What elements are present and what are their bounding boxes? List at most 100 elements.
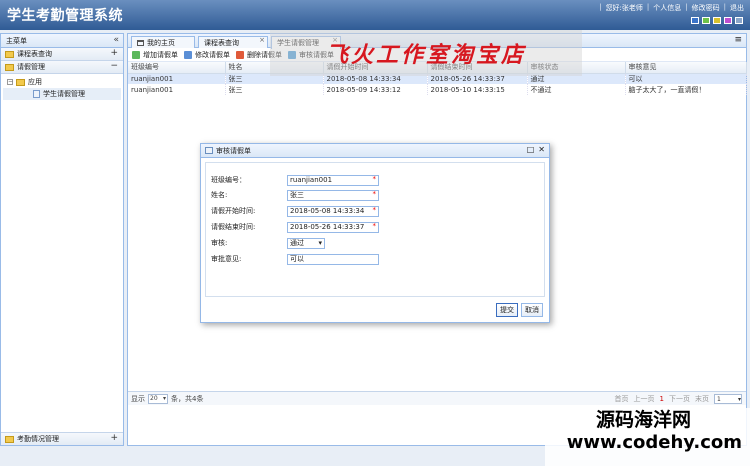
tab-menu-icon[interactable]: ≡ (734, 35, 742, 45)
sidebar-section-leave[interactable]: 请假管理 − (1, 61, 123, 74)
page-size-select[interactable]: 20 ▾ (148, 393, 168, 404)
last-page-button[interactable]: 末页 (695, 394, 709, 404)
field-name: 姓名: 张三 * (211, 189, 379, 201)
sidebar-section-label: 课程表查询 (17, 50, 52, 58)
sidebar-section-schedule[interactable]: 课程表查询 + (1, 48, 123, 61)
name-input[interactable]: 张三 * (287, 189, 379, 201)
field-review: 审核: 通过 ▾ (211, 237, 325, 249)
watermark-line2: www.codehy.com (566, 432, 742, 453)
theme-swatch-green[interactable] (702, 17, 710, 24)
cell: ruanjian001 (128, 84, 226, 95)
tab-schedule[interactable]: 课程表查询 × (198, 36, 268, 48)
pager-nav: 首页 上一页 1 下一页 末页 1 ▾ (615, 394, 742, 404)
change-password-link[interactable]: 修改密码 (692, 3, 720, 13)
field-label: 班级编号： (211, 176, 246, 184)
maximize-icon[interactable]: □ (527, 145, 535, 154)
submit-button[interactable]: 提交 (496, 303, 518, 317)
next-page-button[interactable]: 下一页 (669, 394, 690, 404)
review-select[interactable]: 通过 ▾ (287, 237, 325, 249)
chevron-down-icon: ▾ (318, 239, 322, 247)
sidebar: 主菜单 « 课程表查询 + 请假管理 − − 应用 学生请假管理 考勤情况管理 … (0, 33, 124, 446)
class-id-input[interactable]: ruanjian001 * (287, 174, 379, 186)
dialog-form: 班级编号： ruanjian001 * 姓名: 张三 * 请假开始时间: 2018-… (205, 162, 545, 297)
folder-icon (16, 78, 25, 86)
page-jump-value: 1 (717, 395, 721, 403)
collapse-icon[interactable]: « (113, 35, 119, 45)
folder-icon (5, 435, 14, 443)
cancel-button[interactable]: 取消 (521, 303, 543, 317)
pager-summary: 条，共4条 (171, 394, 204, 403)
dialog-footer: 提交 取消 (496, 303, 543, 317)
sidebar-section-attendance[interactable]: 考勤情况管理 + (1, 432, 123, 445)
folder-icon (5, 63, 14, 71)
cell: 2018-05-09 14:33:12 (323, 84, 428, 95)
chevron-down-icon: ▾ (162, 395, 166, 402)
logout-link[interactable]: 退出 (730, 3, 744, 13)
theme-swatch-gray[interactable] (735, 17, 743, 24)
theme-swatch-yellow[interactable] (713, 17, 721, 24)
profile-link[interactable]: 个人信息 (653, 3, 681, 13)
field-value: 2018-05-26 14:33:37 (290, 223, 365, 231)
field-label: 审批意见: (211, 255, 242, 263)
theme-swatch-blue[interactable] (691, 17, 699, 24)
field-start-time: 请假开始时间: 2018-05-08 14:33:34 * (211, 205, 379, 217)
start-time-input[interactable]: 2018-05-08 14:33:34 * (287, 205, 379, 217)
app-title: 学生考勤管理系统 (7, 8, 123, 24)
opinion-input[interactable]: 可以 (287, 253, 379, 265)
sidebar-section-label: 考勤情况管理 (17, 435, 59, 443)
top-links: | 您好:张老师 | 个人信息 | 修改密码 | 退出 (599, 3, 744, 13)
review-leave-dialog: 审核请假单 □ ✕ 班级编号： ruanjian001 * 姓名: 张三 * 请假开… (200, 143, 550, 323)
tab-label: 我的主页 (147, 38, 175, 47)
delete-icon (236, 50, 244, 59)
watermark-top: 飞火工作室淘宝店 (270, 30, 582, 76)
tree-toggle-icon[interactable]: − (7, 79, 13, 85)
expand-icon[interactable]: + (110, 433, 118, 443)
review-select-value: 通过 (290, 239, 304, 247)
prev-page-button[interactable]: 上一页 (634, 394, 655, 404)
col-class-id[interactable]: 班级编号 (128, 62, 226, 74)
field-end-time: 请假结束时间: 2018-05-26 14:33:37 * (211, 221, 379, 233)
field-value: 张三 (290, 191, 304, 199)
field-label: 姓名: (211, 191, 228, 199)
tree-folder-app[interactable]: − 应用 (1, 76, 123, 88)
edit-leave-label: 修改请假单 (195, 50, 230, 59)
expand-icon[interactable]: + (110, 48, 118, 58)
home-icon (137, 39, 144, 46)
form-icon (205, 147, 213, 154)
field-label: 请假结束时间: (211, 223, 256, 231)
cell: 脑子太大了，一直请假！ (625, 84, 747, 95)
end-time-input[interactable]: 2018-05-26 14:33:37 * (287, 221, 379, 233)
dialog-header[interactable]: 审核请假单 □ ✕ (201, 144, 549, 158)
tree-folder-label: 应用 (28, 78, 42, 86)
app-header: 学生考勤管理系统 | 您好:张老师 | 个人信息 | 修改密码 | 退出 (0, 0, 750, 30)
tab-label: 课程表查询 (204, 38, 239, 47)
cell: ruanjian001 (128, 73, 226, 84)
required-marker: * (372, 221, 377, 230)
edit-icon (184, 50, 192, 59)
current-page: 1 (659, 395, 664, 403)
tab-home[interactable]: 我的主页 (131, 36, 195, 48)
theme-swatch-purple[interactable] (724, 17, 732, 24)
edit-leave-button[interactable]: 修改请假单 (184, 50, 230, 60)
dialog-title: 审核请假单 (216, 146, 251, 155)
collapse-section-icon[interactable]: − (110, 61, 118, 71)
close-icon[interactable]: × (259, 36, 265, 44)
field-value: 2018-05-08 14:33:34 (290, 207, 365, 215)
field-value: 可以 (290, 255, 304, 263)
field-class-id: 班级编号： ruanjian001 * (211, 174, 379, 186)
first-page-button[interactable]: 首页 (615, 394, 629, 404)
greeting-link[interactable]: 您好:张老师 (606, 3, 643, 13)
page-jump-input[interactable]: 1 ▾ (714, 394, 742, 404)
page-size-value: 20 (150, 395, 158, 402)
col-review-opinion[interactable]: 审核意见 (625, 62, 747, 74)
field-label: 审核: (211, 239, 228, 247)
add-leave-button[interactable]: 增加请假单 (132, 50, 178, 60)
required-marker: * (372, 205, 377, 214)
sidebar-section-label: 请假管理 (17, 63, 45, 71)
close-icon[interactable]: ✕ (538, 145, 545, 154)
table-row[interactable]: ruanjian001 张三 2018-05-09 14:33:12 2018-… (128, 84, 747, 95)
required-marker: * (372, 174, 377, 183)
sidebar-item-student-leave[interactable]: 学生请假管理 (3, 88, 121, 100)
page-icon (33, 90, 40, 98)
cell: 张三 (225, 84, 324, 95)
